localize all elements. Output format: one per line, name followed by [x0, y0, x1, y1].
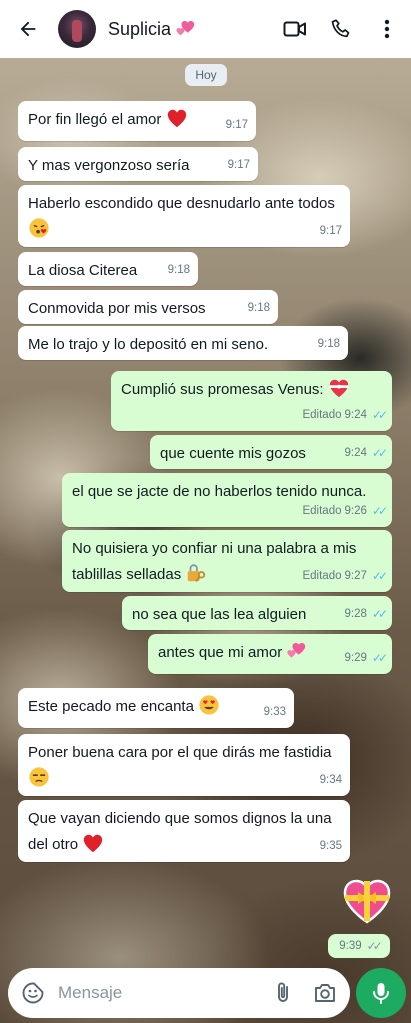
message-meta: Editado 9:27 ✓✓ — [302, 563, 388, 589]
message-input[interactable] — [58, 983, 270, 1003]
more-options-icon[interactable] — [375, 17, 399, 41]
message-meta: 9:34 — [319, 774, 342, 786]
message-incoming[interactable]: Conmovida por mis versos 9:18 — [18, 290, 278, 324]
message-text: Poner buena cara por el que dirás me fas… — [28, 744, 332, 761]
message-meta: 9:29 ✓✓ — [345, 645, 389, 671]
message-incoming[interactable]: Que vayan diciendo que somos dignos la u… — [18, 800, 350, 862]
message-meta: 9:33 — [263, 706, 286, 718]
red-heart-icon — [167, 109, 186, 128]
message-incoming[interactable]: Y mas vergonzoso sería 9:17 — [18, 147, 258, 181]
message-text: Conmovida por mis versos — [28, 300, 206, 317]
message-incoming[interactable]: Haberlo escondido que desnudarlo ante to… — [18, 185, 350, 247]
read-ticks-icon: ✓✓ — [371, 569, 388, 583]
message-incoming[interactable]: La diosa Citerea 9:18 — [18, 252, 198, 286]
message-meta: 9:35 — [319, 840, 342, 852]
message-incoming[interactable]: Este pecado me encanta 9:33 — [18, 688, 294, 728]
message-meta: 9:18 — [317, 338, 340, 350]
message-text: Por fin llegó el amor — [28, 111, 162, 128]
read-ticks-icon: ✓✓ — [371, 408, 388, 422]
sticker-icon[interactable] — [20, 980, 46, 1006]
message-meta: 9:24 ✓✓ — [345, 440, 389, 466]
heart-eyes-icon — [199, 695, 219, 715]
message-meta: 9:28 ✓✓ — [345, 601, 389, 627]
sticker-meta: 9:39 ✓✓ — [328, 934, 390, 958]
phone-icon[interactable] — [329, 17, 353, 41]
mic-icon — [373, 983, 389, 1004]
back-arrow-icon[interactable] — [14, 15, 42, 43]
message-meta: 9:17 — [225, 119, 248, 131]
message-text: Y mas vergonzoso sería — [28, 157, 190, 174]
message-text: Cumplió sus promesas Venus: — [121, 381, 324, 398]
message-outgoing[interactable]: que cuente mis gozos 9:24 ✓✓ — [150, 435, 392, 469]
message-meta: Editado 9:26 ✓✓ — [302, 498, 388, 524]
locked-with-key-icon — [188, 564, 206, 582]
chat-area[interactable]: Hoy Por fin llegó el amor 9:17 Y mas ver… — [0, 58, 411, 963]
message-meta: 9:18 — [167, 264, 190, 276]
message-outgoing[interactable]: el que se jacte de no haberlos tenido nu… — [62, 473, 392, 527]
read-ticks-icon: ✓✓ — [371, 651, 388, 665]
red-heart-icon — [84, 834, 103, 853]
message-text: Que vayan diciendo que somos dignos la u… — [28, 810, 332, 853]
message-text: no sea que las lea alguien — [132, 606, 307, 623]
message-outgoing[interactable]: No quisiera yo confiar ni una palabra a … — [62, 530, 392, 592]
face-blowing-kiss-icon — [29, 218, 49, 238]
revolving-hearts-icon — [176, 21, 195, 36]
contact-name[interactable]: Suplicia — [108, 19, 261, 40]
video-call-icon[interactable] — [283, 17, 307, 41]
heart-with-ribbon-icon — [329, 379, 348, 398]
revolving-hearts-icon — [287, 643, 306, 658]
attach-icon[interactable] — [270, 980, 296, 1006]
chat-header: Suplicia — [0, 0, 411, 58]
message-meta: 9:17 — [227, 159, 250, 171]
message-outgoing[interactable]: no sea que las lea alguien 9:28 ✓✓ — [122, 596, 392, 630]
message-text: antes que mi amor — [158, 644, 283, 661]
message-meta: 9:17 — [319, 225, 342, 237]
message-incoming[interactable]: Poner buena cara por el que dirás me fas… — [18, 734, 350, 796]
heart-with-ribbon-sticker-icon[interactable] — [342, 878, 392, 924]
message-meta: 9:18 — [247, 302, 270, 314]
message-meta: Editado 9:24 ✓✓ — [302, 402, 388, 428]
message-composer — [8, 968, 350, 1018]
read-ticks-icon: ✓✓ — [371, 607, 388, 621]
message-incoming[interactable]: Me lo trajo y lo depositó en mi seno. 9:… — [18, 326, 348, 360]
contact-name-label: Suplicia — [108, 18, 172, 39]
avatar[interactable] — [58, 10, 96, 48]
mic-button[interactable] — [356, 968, 406, 1018]
unamused-face-icon — [29, 767, 49, 787]
message-text: Este pecado me encanta — [28, 698, 194, 715]
message-outgoing[interactable]: antes que mi amor 9:29 ✓✓ — [148, 634, 392, 674]
message-outgoing[interactable]: Cumplió sus promesas Venus: Editado 9:24… — [111, 371, 392, 431]
message-incoming[interactable]: Por fin llegó el amor 9:17 — [18, 101, 256, 141]
message-text: La diosa Citerea — [28, 262, 138, 279]
message-text: Me lo trajo y lo depositó en mi seno. — [28, 336, 269, 353]
read-ticks-icon: ✓✓ — [371, 504, 388, 518]
read-ticks-icon: ✓✓ — [371, 446, 388, 460]
message-text: Haberlo escondido que desnudarlo ante to… — [28, 195, 335, 212]
date-chip: Hoy — [185, 64, 227, 86]
delivered-ticks-icon: ✓✓ — [366, 939, 383, 953]
message-text: que cuente mis gozos — [160, 445, 306, 462]
camera-icon[interactable] — [312, 980, 338, 1006]
